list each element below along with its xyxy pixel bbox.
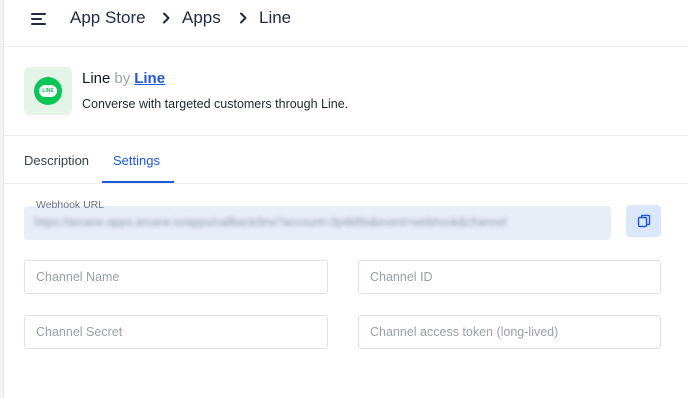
tab-bar: Description Settings: [4, 136, 688, 184]
chevron-right-icon: [163, 12, 170, 24]
breadcrumb-apps[interactable]: Apps: [182, 8, 221, 28]
tab-settings[interactable]: Settings: [113, 153, 160, 169]
app-summary: LINE Line by Line Converse with targeted c…: [4, 47, 688, 136]
copy-icon: [637, 214, 650, 228]
app-title: Line by Line: [82, 70, 165, 88]
line-logo-text: LINE: [39, 85, 57, 97]
webhook-url-value: https://arcane-apps.arcane.io/apps/callb…: [34, 217, 507, 229]
publisher-link[interactable]: Line: [134, 70, 165, 87]
copy-button[interactable]: [626, 205, 661, 237]
webhook-url-label: Webhook URL: [36, 199, 105, 211]
menu-icon[interactable]: [28, 10, 50, 28]
channel-name-input[interactable]: [24, 260, 328, 294]
webhook-url-field[interactable]: https://arcane-apps.arcane.io/apps/callb…: [24, 206, 611, 240]
top-bar: App Store Apps Line: [4, 0, 688, 47]
breadcrumb-app-store[interactable]: App Store: [70, 8, 146, 28]
channel-access-token-input[interactable]: [358, 315, 661, 349]
app-logo: LINE: [24, 67, 72, 115]
line-logo-icon: LINE: [34, 77, 62, 105]
chevron-right-icon: [240, 12, 247, 24]
app-by-label: by: [114, 70, 131, 87]
app-name: Line: [82, 70, 111, 87]
active-tab-indicator: [102, 181, 174, 183]
channel-secret-input[interactable]: [24, 315, 328, 349]
channel-id-input[interactable]: [358, 260, 661, 294]
tab-description[interactable]: Description: [24, 153, 89, 169]
app-description: Converse with targeted customers through…: [82, 97, 349, 111]
breadcrumb-line: Line: [259, 8, 292, 27]
